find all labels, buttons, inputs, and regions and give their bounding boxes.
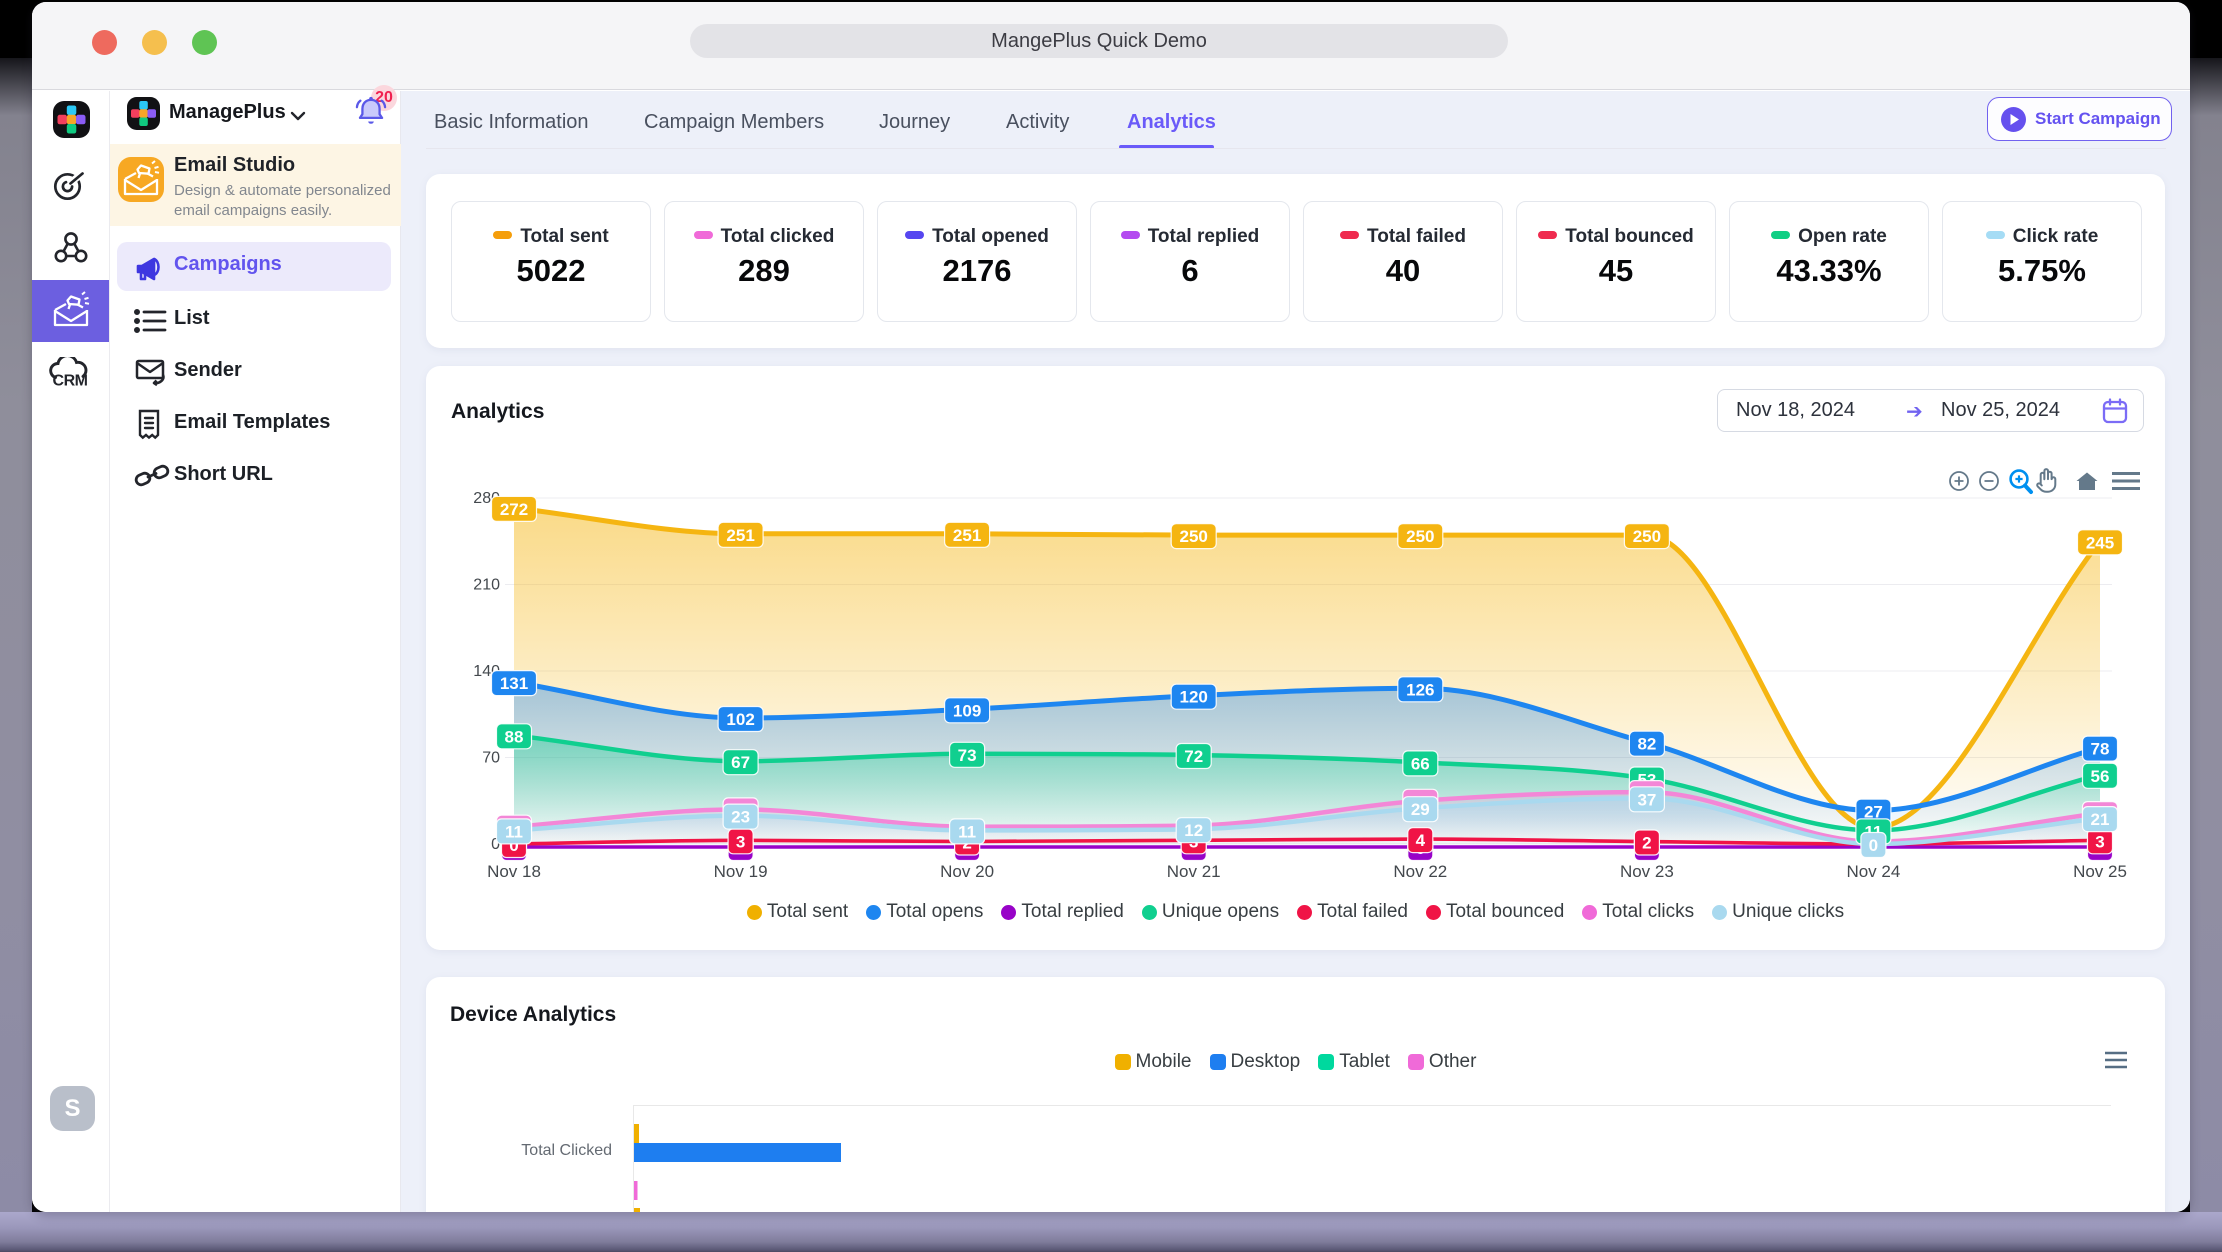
svg-text:272: 272 xyxy=(500,500,528,519)
svg-text:21: 21 xyxy=(2091,810,2110,829)
svg-text:3: 3 xyxy=(736,832,745,851)
svg-text:Total Clicked: Total Clicked xyxy=(521,1142,612,1159)
svg-text:66: 66 xyxy=(1411,754,1430,773)
svg-text:251: 251 xyxy=(953,526,981,545)
svg-text:72: 72 xyxy=(1184,747,1203,766)
svg-text:37: 37 xyxy=(1637,790,1656,809)
svg-text:CRM: CRM xyxy=(53,373,88,390)
svg-text:82: 82 xyxy=(1637,735,1656,754)
svg-text:4: 4 xyxy=(1416,831,1426,850)
svg-text:88: 88 xyxy=(505,727,524,746)
svg-text:Nov 23: Nov 23 xyxy=(1620,862,1674,881)
svg-text:56: 56 xyxy=(2091,767,2110,786)
svg-text:Nov 24: Nov 24 xyxy=(1846,862,1900,881)
svg-text:250: 250 xyxy=(1633,527,1661,546)
svg-text:Nov 19: Nov 19 xyxy=(714,862,768,881)
svg-text:Nov 18: Nov 18 xyxy=(487,862,541,881)
svg-text:2: 2 xyxy=(1642,834,1651,853)
svg-text:250: 250 xyxy=(1406,527,1434,546)
svg-text:Nov 20: Nov 20 xyxy=(940,862,994,881)
svg-text:250: 250 xyxy=(1180,527,1208,546)
svg-text:120: 120 xyxy=(1180,688,1208,707)
svg-text:131: 131 xyxy=(500,674,528,693)
svg-text:11: 11 xyxy=(505,822,523,841)
svg-text:23: 23 xyxy=(731,808,750,827)
svg-text:Nov 25: Nov 25 xyxy=(2073,862,2127,881)
svg-text:Nov 21: Nov 21 xyxy=(1167,862,1221,881)
svg-text:78: 78 xyxy=(2091,740,2110,759)
svg-text:102: 102 xyxy=(726,710,754,729)
svg-text:Nov 22: Nov 22 xyxy=(1393,862,1447,881)
svg-text:3: 3 xyxy=(2095,832,2104,851)
svg-text:67: 67 xyxy=(731,753,750,772)
svg-text:245: 245 xyxy=(2086,533,2114,552)
svg-text:109: 109 xyxy=(953,701,981,720)
svg-text:210: 210 xyxy=(473,577,500,594)
svg-text:73: 73 xyxy=(958,746,977,765)
svg-text:12: 12 xyxy=(1184,821,1203,840)
svg-text:251: 251 xyxy=(726,526,754,545)
svg-text:126: 126 xyxy=(1406,680,1434,699)
svg-text:11: 11 xyxy=(958,822,976,841)
svg-text:0: 0 xyxy=(1869,836,1878,855)
svg-text:70: 70 xyxy=(482,750,500,767)
svg-text:29: 29 xyxy=(1411,800,1430,819)
